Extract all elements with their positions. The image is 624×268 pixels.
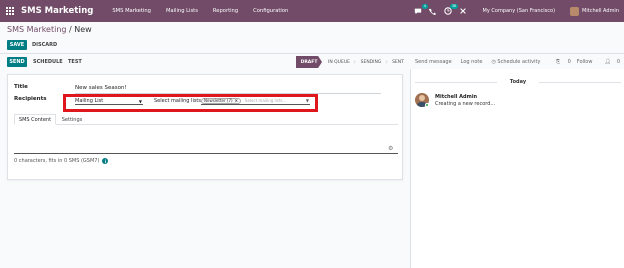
tab-settings[interactable]: Settings [59, 114, 85, 125]
navbar-systray: 4 38 My Company (San Francisco) Mitchell… [408, 0, 624, 22]
stage-separator-icon: › [385, 58, 388, 66]
attachments-count: 0 [567, 59, 571, 65]
recipients-label: Recipients [14, 96, 47, 102]
divider-line [539, 82, 621, 83]
close-icon[interactable] [458, 6, 468, 16]
schedule-button[interactable]: SCHEDULE [33, 57, 63, 67]
activity-badge: 38 [450, 4, 458, 9]
stage-in-queue[interactable]: IN QUEUE [325, 56, 353, 68]
top-navbar: SMS Marketing SMS Marketing Mailing List… [0, 0, 624, 22]
schedule-activity-button[interactable]: ◷ Schedule activity [491, 59, 540, 65]
stage-sending[interactable]: SENDING [358, 56, 384, 68]
info-icon[interactable]: i [102, 158, 109, 164]
date-divider: Today [415, 79, 621, 85]
status-bar: SEND SCHEDULE TEST DRAFT IN QUEUE › SEND… [0, 55, 410, 69]
recipients-mode-select[interactable]: Mailing List ▼ [75, 98, 143, 105]
mailing-lists-label: Select mailing lists: [154, 98, 203, 104]
followers-button[interactable]: 👤︎ 0 [598, 59, 620, 65]
avatar-head [419, 95, 425, 101]
followers-count: 0 [616, 59, 620, 65]
mailing-lists-field[interactable]: Newsletter (7) × Select mailing lists...… [201, 97, 310, 105]
breadcrumb-parent[interactable]: SMS Marketing [7, 25, 66, 34]
title-label: Title [14, 84, 28, 90]
company-switcher[interactable]: My Company (San Francisco) [483, 8, 556, 14]
breadcrumb-current: New [74, 25, 92, 34]
attachments-button[interactable]: ⎘ 0 [550, 59, 571, 65]
sms-body-input[interactable] [14, 153, 398, 154]
stage-separator-icon: › [353, 58, 356, 66]
log-note-button[interactable]: Log note [461, 59, 483, 65]
follow-button[interactable]: Follow [577, 59, 593, 65]
chatter-topbar: Send message Log note ◷ Schedule activit… [410, 55, 624, 69]
paperclip-icon: ⎘ [555, 59, 562, 65]
form-sheet: Title New sales Season! Recipients Maili… [7, 74, 403, 180]
send-button[interactable]: SEND [7, 57, 27, 67]
char-count-text: 0 characters, fits in 0 SMS (GSM7) [14, 158, 100, 164]
test-button[interactable]: TEST [68, 57, 82, 67]
user-menu[interactable]: Mitchell Admin [582, 8, 619, 14]
chat-icon[interactable]: 4 [413, 4, 428, 16]
save-button[interactable]: SAVE [7, 40, 27, 50]
menu-item-sms-marketing[interactable]: SMS Marketing [112, 8, 151, 14]
clock-icon[interactable]: 38 [443, 4, 458, 16]
chevron-down-icon: ▼ [138, 99, 142, 104]
chevron-down-icon[interactable]: ▼ [306, 98, 309, 103]
chatter-panel: Today Mitchell Admin Creating a new reco… [410, 69, 624, 268]
app-name[interactable]: SMS Marketing [21, 6, 93, 16]
char-count: 0 characters, fits in 0 SMS (GSM7) i [14, 158, 109, 164]
mailing-list-tag[interactable]: Newsletter (7) × [201, 97, 241, 104]
schedule-activity-label: Schedule activity [497, 59, 541, 65]
message-text: Creating a new record... [435, 101, 496, 107]
form-tabs: SMS Content Settings [14, 114, 398, 125]
menu-item-configuration[interactable]: Configuration [253, 8, 288, 14]
mailing-lists-placeholder: Select mailing lists... [244, 98, 287, 103]
mailing-list-tag-label: Newsletter (7) [204, 98, 233, 103]
online-status-icon [425, 103, 429, 107]
menu-item-reporting[interactable]: Reporting [213, 8, 238, 14]
apps-grid-icon[interactable] [6, 6, 16, 16]
menu-item-mailing-lists[interactable]: Mailing Lists [166, 8, 198, 14]
user-avatar[interactable] [570, 6, 580, 16]
stage-draft[interactable]: DRAFT [296, 56, 322, 68]
phone-icon[interactable] [428, 6, 438, 16]
recipients-mode-value: Mailing List [75, 98, 104, 104]
control-panel-divider [0, 53, 624, 54]
discard-button[interactable]: DISCARD [32, 40, 57, 50]
gear-icon[interactable]: ⚙ [388, 145, 393, 152]
send-message-button[interactable]: Send message [415, 59, 452, 65]
user-icon: 👤︎ [604, 59, 611, 65]
title-input[interactable]: New sales Season! [75, 85, 127, 91]
remove-tag-icon[interactable]: × [235, 98, 238, 103]
breadcrumb: SMS Marketing / New [7, 25, 92, 34]
tab-sms-content[interactable]: SMS Content [14, 114, 56, 125]
stage-sent[interactable]: SENT [390, 56, 406, 68]
message-author[interactable]: Mitchell Admin [435, 94, 477, 100]
chatter-right-actions: ⎘ 0 Follow 👤︎ 0 [544, 55, 620, 69]
